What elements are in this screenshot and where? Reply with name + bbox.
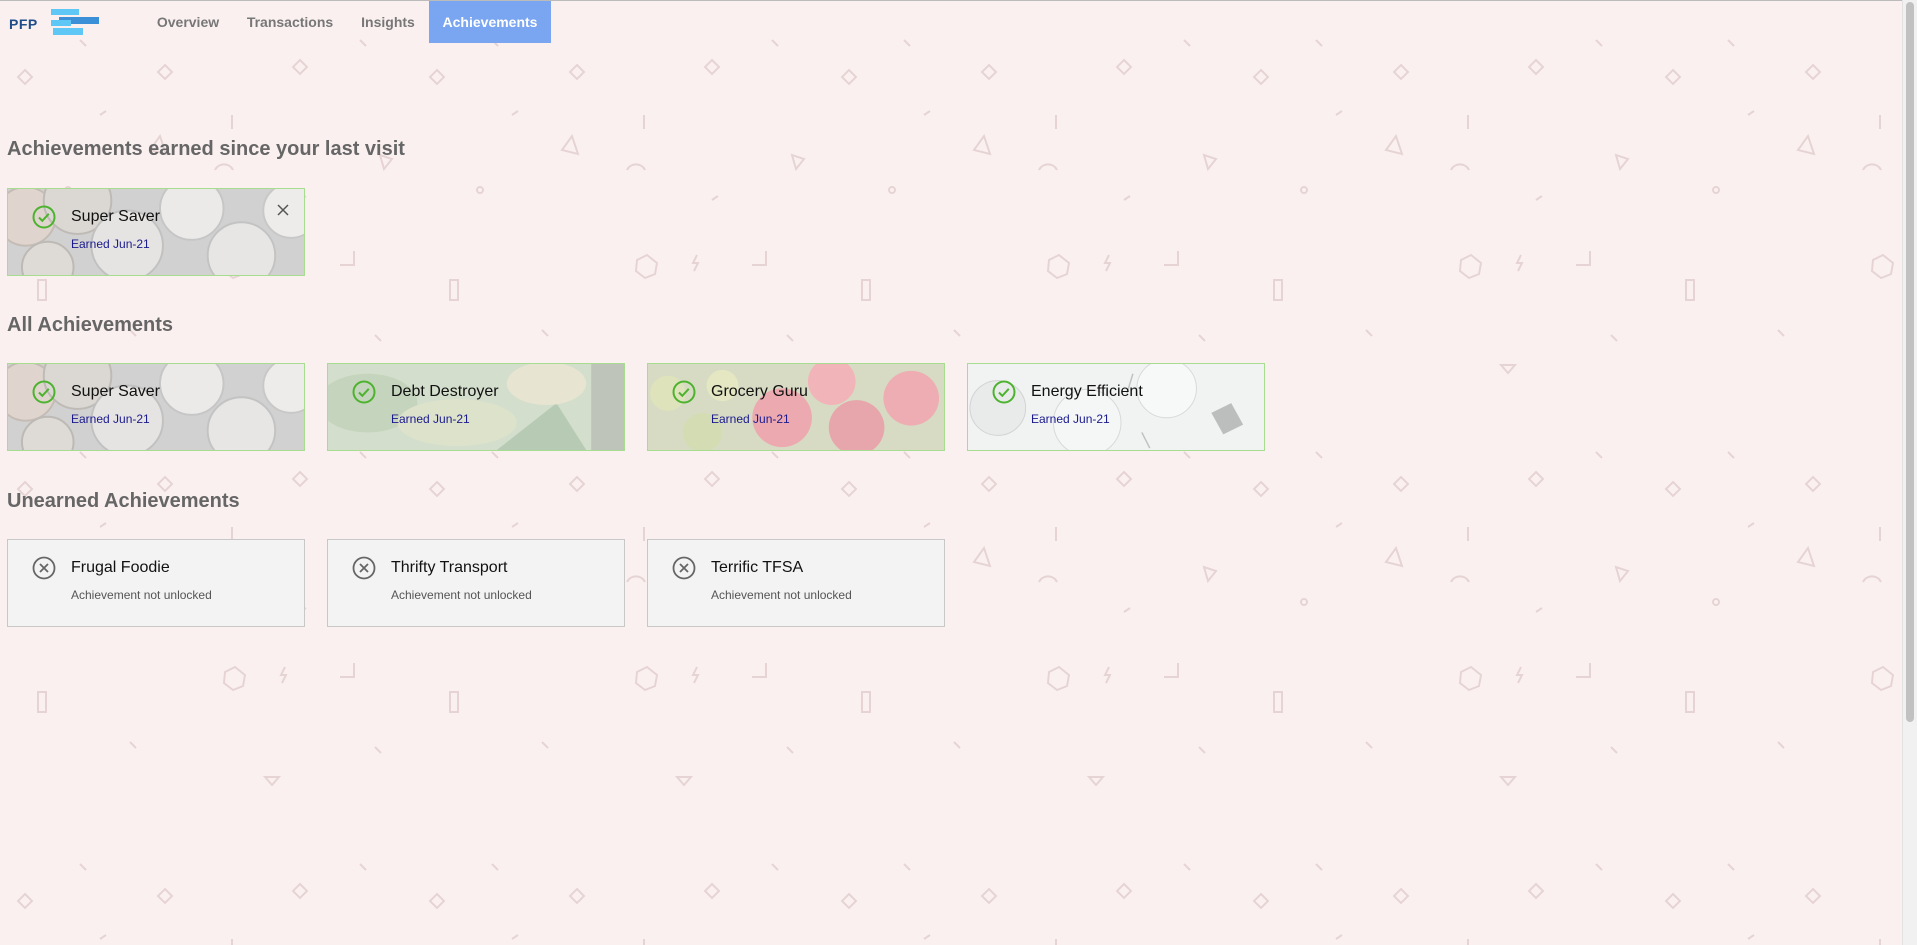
achievement-card-recent-super-saver[interactable]: Super Saver Earned Jun-21 — [7, 188, 305, 276]
achievement-card-thrifty-transport[interactable]: Thrifty Transport Achievement not unlock… — [327, 539, 625, 627]
achievement-card-frugal-foodie[interactable]: Frugal Foodie Achievement not unlocked — [7, 539, 305, 627]
card-overlay — [8, 189, 304, 275]
check-circle-icon — [352, 380, 376, 404]
check-circle-icon — [32, 205, 56, 229]
tab-achievements[interactable]: Achievements — [429, 1, 551, 43]
achievement-name: Energy Efficient — [1031, 383, 1143, 400]
logo-text: PFP — [9, 16, 38, 32]
check-circle-icon — [672, 380, 696, 404]
card-overlay — [968, 364, 1264, 450]
x-circle-icon — [352, 556, 376, 580]
page: PFP Overview Transactions Insights Achie… — [0, 0, 1903, 945]
card-overlay — [8, 364, 304, 450]
achievement-name: Grocery Guru — [711, 383, 808, 400]
check-circle-icon — [992, 380, 1016, 404]
recent-achievements-heading: Achievements earned since your last visi… — [7, 138, 405, 160]
check-circle-icon — [32, 380, 56, 404]
achievement-card-energy-efficient[interactable]: Energy Efficient Earned Jun-21 — [967, 363, 1265, 451]
card-overlay — [648, 364, 944, 450]
achievement-card-super-saver[interactable]: Super Saver Earned Jun-21 — [7, 363, 305, 451]
unearned-achievements-heading: Unearned Achievements — [7, 490, 240, 512]
all-achievements-heading: All Achievements — [7, 314, 173, 336]
close-icon[interactable] — [276, 203, 290, 217]
achievement-status: Earned Jun-21 — [71, 237, 150, 251]
achievement-name: Frugal Foodie — [71, 559, 170, 576]
achievement-status: Achievement not unlocked — [71, 588, 212, 602]
x-circle-icon — [32, 556, 56, 580]
achievement-card-debt-destroyer[interactable]: Debt Destroyer Earned Jun-21 — [327, 363, 625, 451]
achievement-card-grocery-guru[interactable]: Grocery Guru Earned Jun-21 — [647, 363, 945, 451]
tab-transactions[interactable]: Transactions — [240, 1, 340, 43]
achievement-name: Thrifty Transport — [391, 559, 508, 576]
top-navbar: PFP Overview Transactions Insights Achie… — [0, 0, 1903, 44]
achievement-name: Super Saver — [71, 383, 160, 400]
x-circle-icon — [672, 556, 696, 580]
tab-insights[interactable]: Insights — [350, 1, 426, 43]
achievement-status: Earned Jun-21 — [711, 412, 790, 426]
achievement-card-terrific-tfsa[interactable]: Terrific TFSA Achievement not unlocked — [647, 539, 945, 627]
achievement-name: Terrific TFSA — [711, 559, 804, 576]
achievement-status: Earned Jun-21 — [71, 412, 150, 426]
achievement-status: Achievement not unlocked — [711, 588, 852, 602]
achievement-name: Debt Destroyer — [391, 383, 499, 400]
card-overlay — [328, 364, 624, 450]
achievement-status: Earned Jun-21 — [391, 412, 470, 426]
scrollbar-thumb[interactable] — [1906, 2, 1914, 722]
logo-bars-icon — [51, 9, 99, 35]
tab-overview[interactable]: Overview — [143, 1, 233, 43]
vertical-scrollbar[interactable] — [1902, 0, 1917, 945]
app-logo[interactable]: PFP — [9, 9, 101, 37]
achievement-status: Achievement not unlocked — [391, 588, 532, 602]
achievement-status: Earned Jun-21 — [1031, 412, 1110, 426]
achievement-name: Super Saver — [71, 208, 160, 225]
